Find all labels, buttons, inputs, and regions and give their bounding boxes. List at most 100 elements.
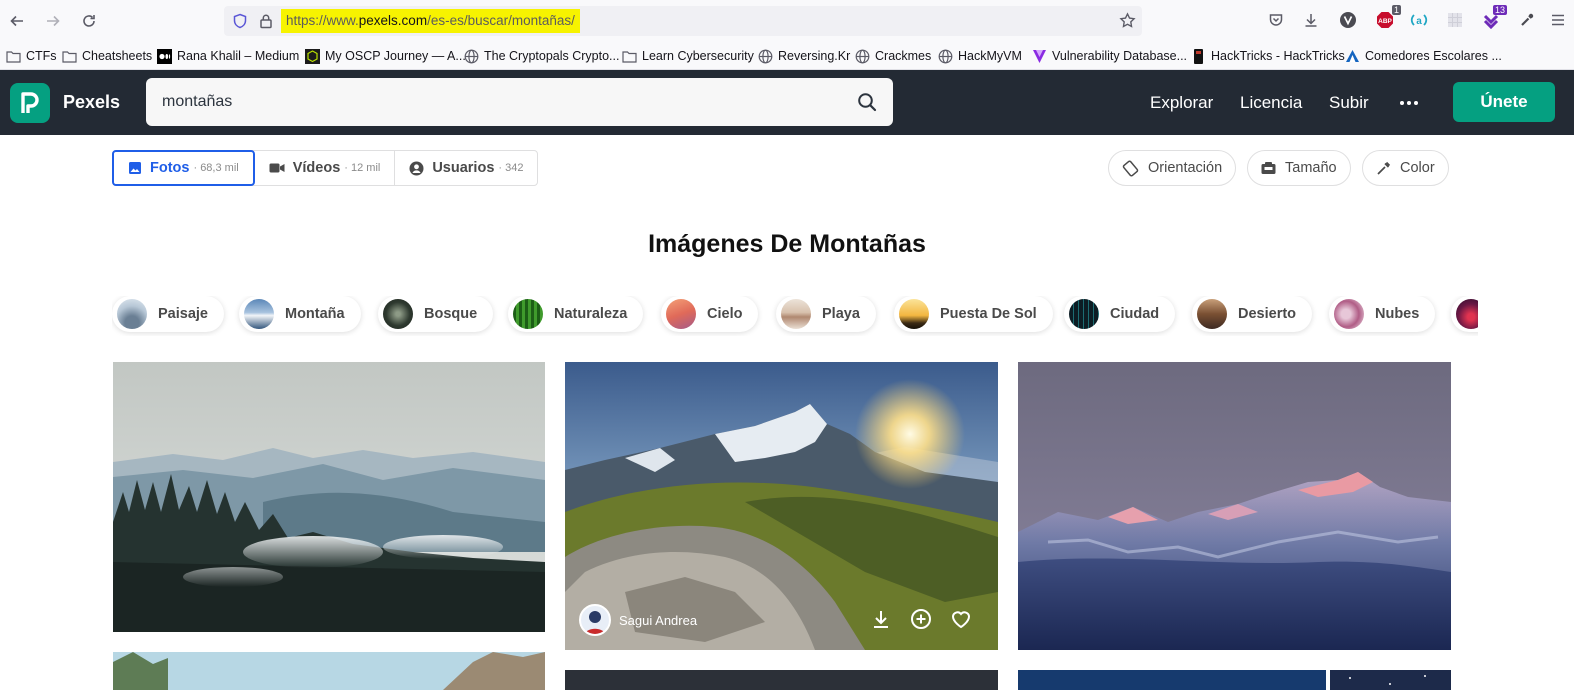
- author-name[interactable]: Sagui Andrea: [619, 613, 697, 628]
- bookmark-ctfs[interactable]: CTFs: [6, 47, 57, 65]
- pocket-icon[interactable]: [1266, 10, 1286, 30]
- orientation-label: Orientación: [1148, 160, 1223, 176]
- chip-desierto[interactable]: Desierto: [1192, 296, 1313, 332]
- chip-bosque[interactable]: Bosque: [378, 296, 494, 332]
- bookmark-comedores[interactable]: Comedores Escolares ...: [1345, 47, 1502, 65]
- menu-icon[interactable]: [1548, 10, 1568, 30]
- bookmark-star-icon[interactable]: [1119, 12, 1136, 34]
- forward-button[interactable]: [41, 9, 65, 33]
- chip-thumbnail: [899, 299, 929, 329]
- like-heart-icon[interactable]: [948, 606, 974, 632]
- image-icon: [129, 162, 141, 174]
- photo-dark-partial[interactable]: [565, 670, 998, 690]
- chip-label: Paisaje: [158, 306, 208, 322]
- dark-sky-image: [565, 670, 998, 690]
- bookmark-learn-cybersecurity[interactable]: Learn Cybersecurity: [622, 47, 754, 65]
- url-text[interactable]: https://www.pexels.com/es-es/buscar/mont…: [281, 9, 580, 33]
- logo-text[interactable]: Pexels: [63, 92, 120, 113]
- chip-montana[interactable]: Montaña: [239, 296, 361, 332]
- site-header: Pexels Explorar Licencia Subir Únete: [0, 70, 1574, 135]
- chip-cielo[interactable]: Cielo: [661, 296, 759, 332]
- author-avatar[interactable]: [579, 604, 611, 636]
- adblock-plus-icon[interactable]: ABP 1: [1375, 5, 1401, 30]
- photo-stars-partial[interactable]: [1330, 670, 1451, 690]
- bookmark-rana-khalil[interactable]: Rana Khalil – Medium: [157, 47, 299, 65]
- color-button[interactable]: Color: [1362, 150, 1449, 186]
- chip-playa[interactable]: Playa: [776, 296, 876, 332]
- reload-button[interactable]: [77, 9, 101, 33]
- tracking-shield-icon[interactable]: [232, 13, 248, 34]
- tab-label: Fotos: [150, 160, 190, 176]
- chip-partial[interactable]: [1451, 296, 1478, 332]
- tab-count: · 12 mil: [344, 162, 381, 174]
- download-helper-icon[interactable]: 13: [1481, 5, 1507, 30]
- photo-blue-partial[interactable]: [1018, 670, 1326, 690]
- bookmark-crackmes[interactable]: Crackmes: [855, 47, 931, 65]
- download-icon[interactable]: [868, 606, 894, 632]
- chip-thumbnail: [781, 299, 811, 329]
- bookmark-label: HackTricks - HackTricks: [1211, 49, 1345, 63]
- media-type-tabs: Fotos · 68,3 mil Vídeos · 12 mil Usuario…: [112, 150, 539, 186]
- page-title: Imágenes De Montañas: [648, 230, 926, 258]
- lock-icon[interactable]: [259, 13, 273, 34]
- nav-licencia[interactable]: Licencia: [1240, 93, 1302, 113]
- downloads-icon[interactable]: [1301, 10, 1321, 30]
- related-searches: Paisaje Montaña Bosque Naturaleza Cielo …: [112, 296, 1478, 336]
- orientation-button[interactable]: Orientación: [1108, 150, 1237, 186]
- photo-pink-peaks[interactable]: [1018, 362, 1451, 650]
- browser-toolbar: https://www.pexels.com/es-es/buscar/mont…: [0, 0, 1574, 42]
- bookmark-hacktricks[interactable]: HackTricks - HackTricks: [1191, 47, 1345, 65]
- bookmark-label: Reversing.Kr: [778, 49, 851, 63]
- wappalyzer-icon[interactable]: a: [1409, 10, 1429, 30]
- globe-icon: [855, 49, 870, 64]
- bookmark-label: HackMyVM: [958, 49, 1022, 63]
- nav-subir[interactable]: Subir: [1329, 93, 1369, 113]
- size-button[interactable]: Tamaño: [1247, 150, 1351, 186]
- bookmark-cheatsheets[interactable]: Cheatsheets: [62, 47, 152, 65]
- add-to-collection-icon[interactable]: [908, 606, 934, 632]
- size-icon: [1261, 161, 1276, 174]
- bookmark-cryptopals[interactable]: The Cryptopals Crypto...: [464, 47, 619, 65]
- grid-extension-icon[interactable]: [1445, 10, 1465, 30]
- photo-author[interactable]: Sagui Andrea: [579, 604, 697, 636]
- chip-puesta-de-sol[interactable]: Puesta De Sol: [894, 296, 1053, 332]
- chip-nubes[interactable]: Nubes: [1329, 296, 1436, 332]
- tab-fotos[interactable]: Fotos · 68,3 mil: [112, 150, 255, 186]
- chip-paisaje[interactable]: Paisaje: [112, 296, 224, 332]
- photo-actions: [868, 606, 974, 632]
- pexels-logo-icon[interactable]: [10, 83, 50, 123]
- more-options-icon[interactable]: [1400, 95, 1420, 111]
- tab-videos[interactable]: Vídeos · 12 mil: [255, 151, 396, 185]
- pink-peaks-image: [1018, 362, 1451, 650]
- globe-icon: [758, 49, 773, 64]
- chip-thumbnail: [513, 299, 543, 329]
- address-bar[interactable]: https://www.pexels.com/es-es/buscar/mont…: [224, 6, 1142, 36]
- eyedropper-icon: [1377, 161, 1391, 175]
- join-button[interactable]: Únete: [1453, 82, 1555, 122]
- search-input[interactable]: [162, 90, 842, 114]
- eyedropper-extension-icon[interactable]: [1517, 10, 1537, 30]
- bookmark-oscp-journey[interactable]: My OSCP Journey — A...: [305, 47, 466, 65]
- chip-naturaleza[interactable]: Naturaleza: [508, 296, 644, 332]
- bookmark-hackmyvm[interactable]: HackMyVM: [938, 47, 1022, 65]
- chip-ciudad[interactable]: Ciudad: [1064, 296, 1176, 332]
- orientation-icon: [1122, 159, 1139, 177]
- photo-lake-partial[interactable]: [113, 652, 545, 690]
- bookmark-vulnerability-database[interactable]: Vulnerability Database...: [1032, 47, 1187, 65]
- chip-thumbnail: [117, 299, 147, 329]
- chip-label: Montaña: [285, 306, 345, 322]
- tab-usuarios[interactable]: Usuarios · 342: [395, 151, 537, 185]
- comedores-icon: [1345, 49, 1360, 64]
- vpn-extension-icon[interactable]: [1338, 10, 1358, 30]
- nav-explorar[interactable]: Explorar: [1150, 93, 1213, 113]
- search-icon[interactable]: [857, 92, 877, 117]
- chip-thumbnail: [383, 299, 413, 329]
- photo-sunset-peak[interactable]: Sagui Andrea: [565, 362, 998, 650]
- back-button[interactable]: [5, 9, 29, 33]
- url-domain: pexels.com: [358, 13, 428, 28]
- bookmark-reversing-kr[interactable]: Reversing.Kr: [758, 47, 850, 65]
- photo-foggy-forest[interactable]: [113, 362, 545, 632]
- chip-label: Bosque: [424, 306, 478, 322]
- chip-label: Cielo: [707, 306, 743, 322]
- size-label: Tamaño: [1285, 160, 1337, 176]
